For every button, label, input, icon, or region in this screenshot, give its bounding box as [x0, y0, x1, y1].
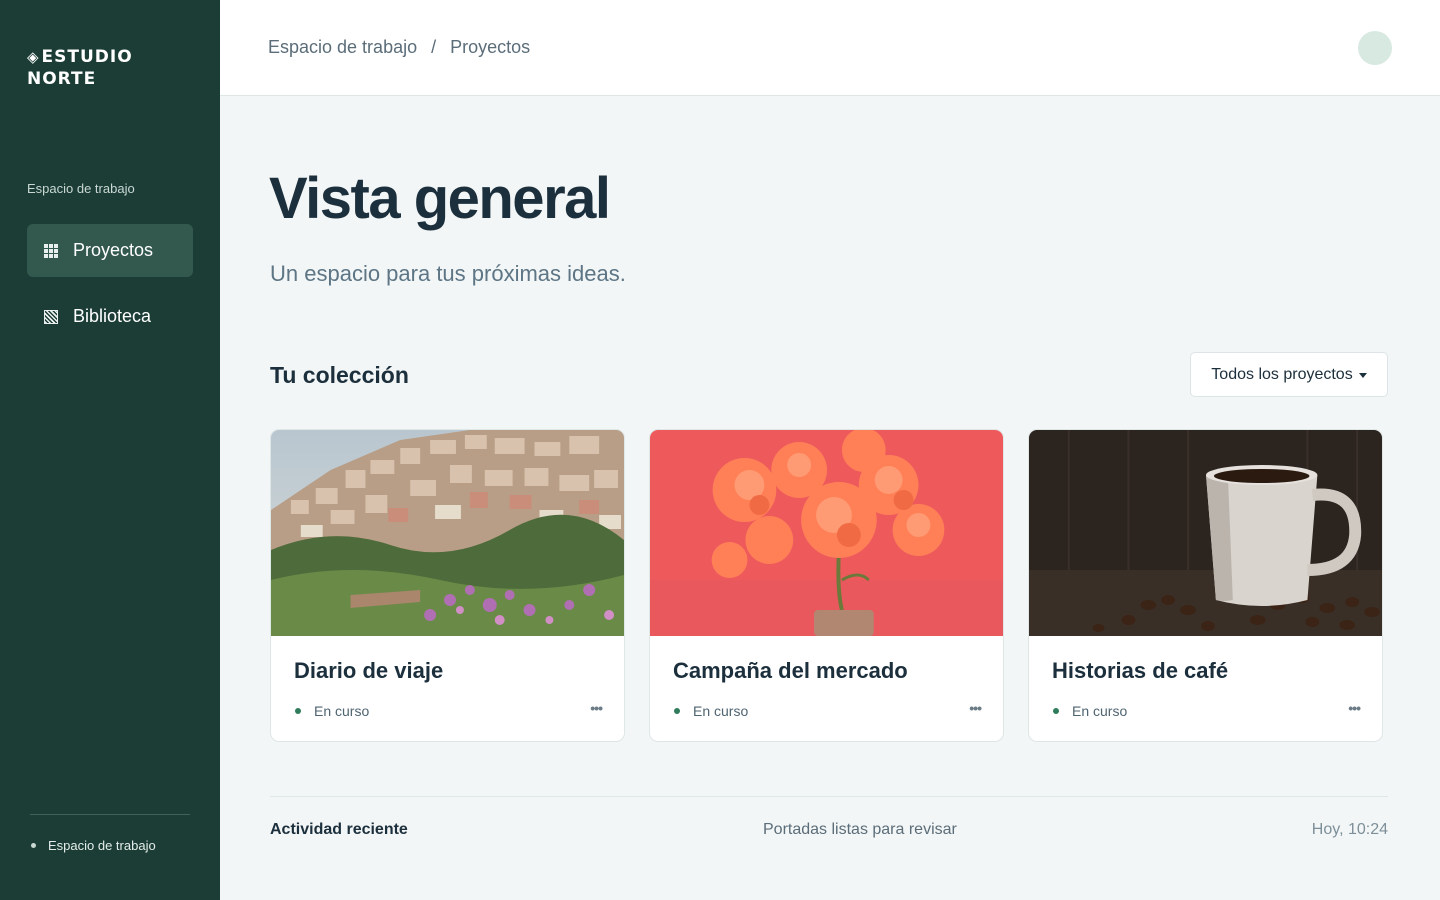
workspace-switcher[interactable]: Espacio de trabajo — [31, 838, 156, 853]
more-options-icon[interactable]: ••• — [590, 700, 603, 716]
card-title: Diario de viaje — [294, 658, 444, 683]
activity-divider — [270, 796, 1388, 797]
project-card-campana-del-mercado[interactable]: Campaña del mercado En curso ••• — [649, 429, 1004, 742]
status-badge: En curso — [295, 703, 369, 719]
sidebar-item-label: Proyectos — [73, 240, 154, 260]
avatar[interactable] — [1358, 31, 1392, 65]
card-title: Campaña del mercado — [673, 658, 908, 683]
project-filter-dropdown[interactable]: Todos los proyectos — [1190, 352, 1388, 397]
status-dot-icon — [31, 843, 36, 848]
diamond-logo-icon: ◈ — [27, 48, 40, 66]
status-dot-icon — [295, 708, 301, 714]
project-card-historias-de-cafe[interactable]: Historias de café En curso ••• — [1028, 429, 1383, 742]
activity-description: Portadas listas para revisar — [763, 821, 957, 838]
breadcrumb-current-page[interactable]: Proyectos — [450, 37, 530, 58]
status-label: En curso — [314, 703, 370, 719]
status-badge: En curso — [674, 703, 748, 719]
brand-logo[interactable]: ◈ ESTUDIO NORTE — [27, 46, 133, 90]
status-dot-icon — [1053, 708, 1059, 714]
more-options-icon[interactable]: ••• — [969, 700, 982, 716]
grid-icon — [44, 243, 58, 258]
activity-timestamp: Hoy, 10:24 — [1311, 821, 1388, 838]
coral-flowers-thumbnail — [650, 430, 1003, 636]
status-label: En curso — [1072, 703, 1128, 719]
sidebar-item-proyectos[interactable]: Proyectos — [27, 224, 193, 277]
breadcrumb-separator: / — [431, 37, 437, 57]
collection-heading: Tu colección — [270, 362, 409, 388]
card-title: Historias de café — [1052, 658, 1229, 683]
workspace-name: Espacio de trabajo — [48, 838, 156, 853]
filter-selected-label: Todos los proyectos — [1211, 365, 1353, 383]
top-bar: Espacio de trabajo / Proyectos — [220, 0, 1440, 96]
library-icon — [44, 309, 58, 324]
brand-name-line1: ESTUDIO — [41, 47, 133, 67]
breadcrumb: Espacio de trabajo / Proyectos — [268, 37, 530, 58]
more-options-icon[interactable]: ••• — [1348, 700, 1361, 716]
caret-down-icon — [1358, 373, 1367, 378]
sidebar-divider — [30, 814, 190, 815]
page-title: Vista general — [269, 166, 611, 231]
status-label: En curso — [693, 703, 749, 719]
sidebar: ◈ ESTUDIO NORTE Espacio de trabajo Proyec… — [0, 0, 220, 900]
coastal-village-thumbnail — [271, 430, 624, 636]
sidebar-item-biblioteca[interactable]: Biblioteca — [27, 290, 193, 343]
brand-name-line2: NORTE — [27, 69, 97, 89]
activity-heading: Actividad reciente — [270, 821, 408, 838]
breadcrumb-workspace-link[interactable]: Espacio de trabajo — [268, 37, 417, 58]
sidebar-item-label: Biblioteca — [73, 306, 152, 326]
page-subtitle: Un espacio para tus próximas ideas. — [270, 261, 626, 286]
status-dot-icon — [674, 708, 680, 714]
sidebar-section-label: Espacio de trabajo — [27, 181, 135, 196]
status-badge: En curso — [1053, 703, 1127, 719]
coffee-cup-thumbnail — [1029, 430, 1382, 636]
project-card-diario-de-viaje[interactable]: Diario de viaje En curso ••• — [270, 429, 625, 742]
